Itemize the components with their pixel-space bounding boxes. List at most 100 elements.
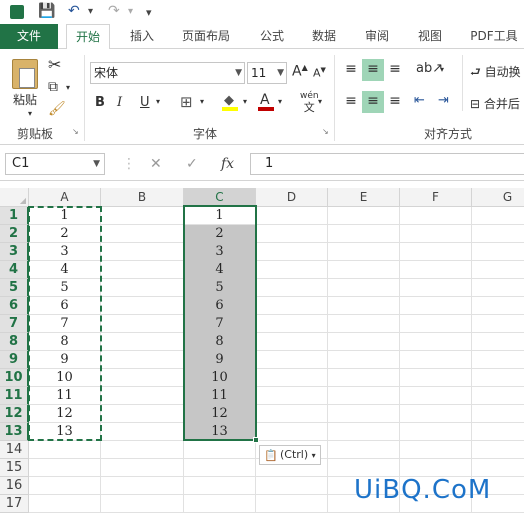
cell-a11[interactable]: 11: [29, 387, 101, 405]
cell-g13[interactable]: [472, 423, 524, 441]
cell-b7[interactable]: [101, 315, 184, 333]
cell-c15[interactable]: [184, 459, 256, 477]
italic-button[interactable]: I: [117, 95, 122, 110]
cell-g8[interactable]: [472, 333, 524, 351]
cell-d6[interactable]: [256, 297, 328, 315]
wrap-text-button[interactable]: ⮐ 自动换: [470, 63, 521, 84]
column-header-a[interactable]: A: [29, 188, 101, 207]
font-launcher-icon[interactable]: ↘: [322, 127, 329, 136]
cell-f9[interactable]: [400, 351, 472, 369]
cell-f10[interactable]: [400, 369, 472, 387]
cell-b12[interactable]: [101, 405, 184, 423]
cell-c12[interactable]: 12: [184, 405, 256, 423]
save-icon[interactable]: 💾: [38, 3, 55, 19]
cell-e8[interactable]: [328, 333, 400, 351]
cell-c1[interactable]: 1: [184, 207, 256, 225]
cell-a15[interactable]: [29, 459, 101, 477]
cell-d16[interactable]: [256, 477, 328, 495]
tab-data[interactable]: 数据: [302, 24, 346, 49]
cell-g11[interactable]: [472, 387, 524, 405]
row-header[interactable]: 8: [0, 333, 29, 351]
cell-c9[interactable]: 9: [184, 351, 256, 369]
cell-d11[interactable]: [256, 387, 328, 405]
align-left-icon[interactable]: ≡: [340, 91, 362, 113]
column-header-f[interactable]: F: [400, 188, 472, 207]
cell-c10[interactable]: 10: [184, 369, 256, 387]
cell-b3[interactable]: [101, 243, 184, 261]
bold-button[interactable]: B: [95, 95, 105, 110]
align-center-icon[interactable]: ≡: [362, 91, 384, 113]
tab-insert[interactable]: 插入: [120, 24, 164, 49]
select-all-corner[interactable]: ◢: [0, 188, 29, 207]
cell-e12[interactable]: [328, 405, 400, 423]
cell-a12[interactable]: 12: [29, 405, 101, 423]
cell-b2[interactable]: [101, 225, 184, 243]
cell-e5[interactable]: [328, 279, 400, 297]
cell-a8[interactable]: 8: [29, 333, 101, 351]
cell-a13[interactable]: 13: [29, 423, 101, 441]
column-header-d[interactable]: D: [256, 188, 328, 207]
cell-c7[interactable]: 7: [184, 315, 256, 333]
row-header[interactable]: 2: [0, 225, 29, 243]
align-middle-icon[interactable]: ≡: [362, 59, 384, 81]
paste-options-button[interactable]: 📋 (Ctrl) ▾: [259, 445, 321, 465]
cell-b11[interactable]: [101, 387, 184, 405]
row-header[interactable]: 11: [0, 387, 29, 405]
tab-page-layout[interactable]: 页面布局: [176, 24, 236, 49]
fill-color-dropdown-icon[interactable]: ▾: [243, 97, 247, 106]
cell-e3[interactable]: [328, 243, 400, 261]
cell-a16[interactable]: [29, 477, 101, 495]
row-header[interactable]: 3: [0, 243, 29, 261]
cell-f11[interactable]: [400, 387, 472, 405]
cell-f13[interactable]: [400, 423, 472, 441]
cell-d17[interactable]: [256, 495, 328, 513]
cell-a4[interactable]: 4: [29, 261, 101, 279]
column-header-b[interactable]: B: [101, 188, 184, 207]
cell-a9[interactable]: 9: [29, 351, 101, 369]
cell-c16[interactable]: [184, 477, 256, 495]
cell-c17[interactable]: [184, 495, 256, 513]
row-header[interactable]: 13: [0, 423, 29, 441]
redo-icon[interactable]: ↷: [108, 3, 120, 19]
chevron-down-icon[interactable]: ▼: [235, 63, 242, 83]
cell-f8[interactable]: [400, 333, 472, 351]
cell-d10[interactable]: [256, 369, 328, 387]
cell-a2[interactable]: 2: [29, 225, 101, 243]
cell-g4[interactable]: [472, 261, 524, 279]
name-box[interactable]: C1 ▼: [5, 153, 105, 175]
font-color-dropdown-icon[interactable]: ▾: [278, 97, 282, 106]
copy-icon[interactable]: ⧉: [48, 79, 58, 95]
align-bottom-icon[interactable]: ≡: [384, 59, 406, 81]
increase-indent-icon[interactable]: ⇥: [438, 93, 449, 108]
cell-c8[interactable]: 8: [184, 333, 256, 351]
cell-a1[interactable]: 1: [29, 207, 101, 225]
cell-d13[interactable]: [256, 423, 328, 441]
row-header[interactable]: 10: [0, 369, 29, 387]
cell-f5[interactable]: [400, 279, 472, 297]
cell-e6[interactable]: [328, 297, 400, 315]
cell-f12[interactable]: [400, 405, 472, 423]
cell-e1[interactable]: [328, 207, 400, 225]
cell-c5[interactable]: 5: [184, 279, 256, 297]
cell-b9[interactable]: [101, 351, 184, 369]
tab-review[interactable]: 审阅: [355, 24, 399, 49]
cell-d9[interactable]: [256, 351, 328, 369]
cell-b5[interactable]: [101, 279, 184, 297]
row-header[interactable]: 12: [0, 405, 29, 423]
cell-a7[interactable]: 7: [29, 315, 101, 333]
cell-e13[interactable]: [328, 423, 400, 441]
cell-f14[interactable]: [400, 441, 472, 459]
redo-dropdown-icon[interactable]: ▾: [128, 6, 133, 17]
enter-check-icon[interactable]: ✓: [186, 153, 198, 175]
cell-g2[interactable]: [472, 225, 524, 243]
cell-b17[interactable]: [101, 495, 184, 513]
row-header[interactable]: 5: [0, 279, 29, 297]
cell-b10[interactable]: [101, 369, 184, 387]
row-header[interactable]: 9: [0, 351, 29, 369]
insert-function-icon[interactable]: fx: [221, 153, 234, 175]
cell-c2[interactable]: 2: [184, 225, 256, 243]
row-header[interactable]: 17: [0, 495, 29, 513]
cell-f2[interactable]: [400, 225, 472, 243]
cell-f7[interactable]: [400, 315, 472, 333]
cell-a5[interactable]: 5: [29, 279, 101, 297]
